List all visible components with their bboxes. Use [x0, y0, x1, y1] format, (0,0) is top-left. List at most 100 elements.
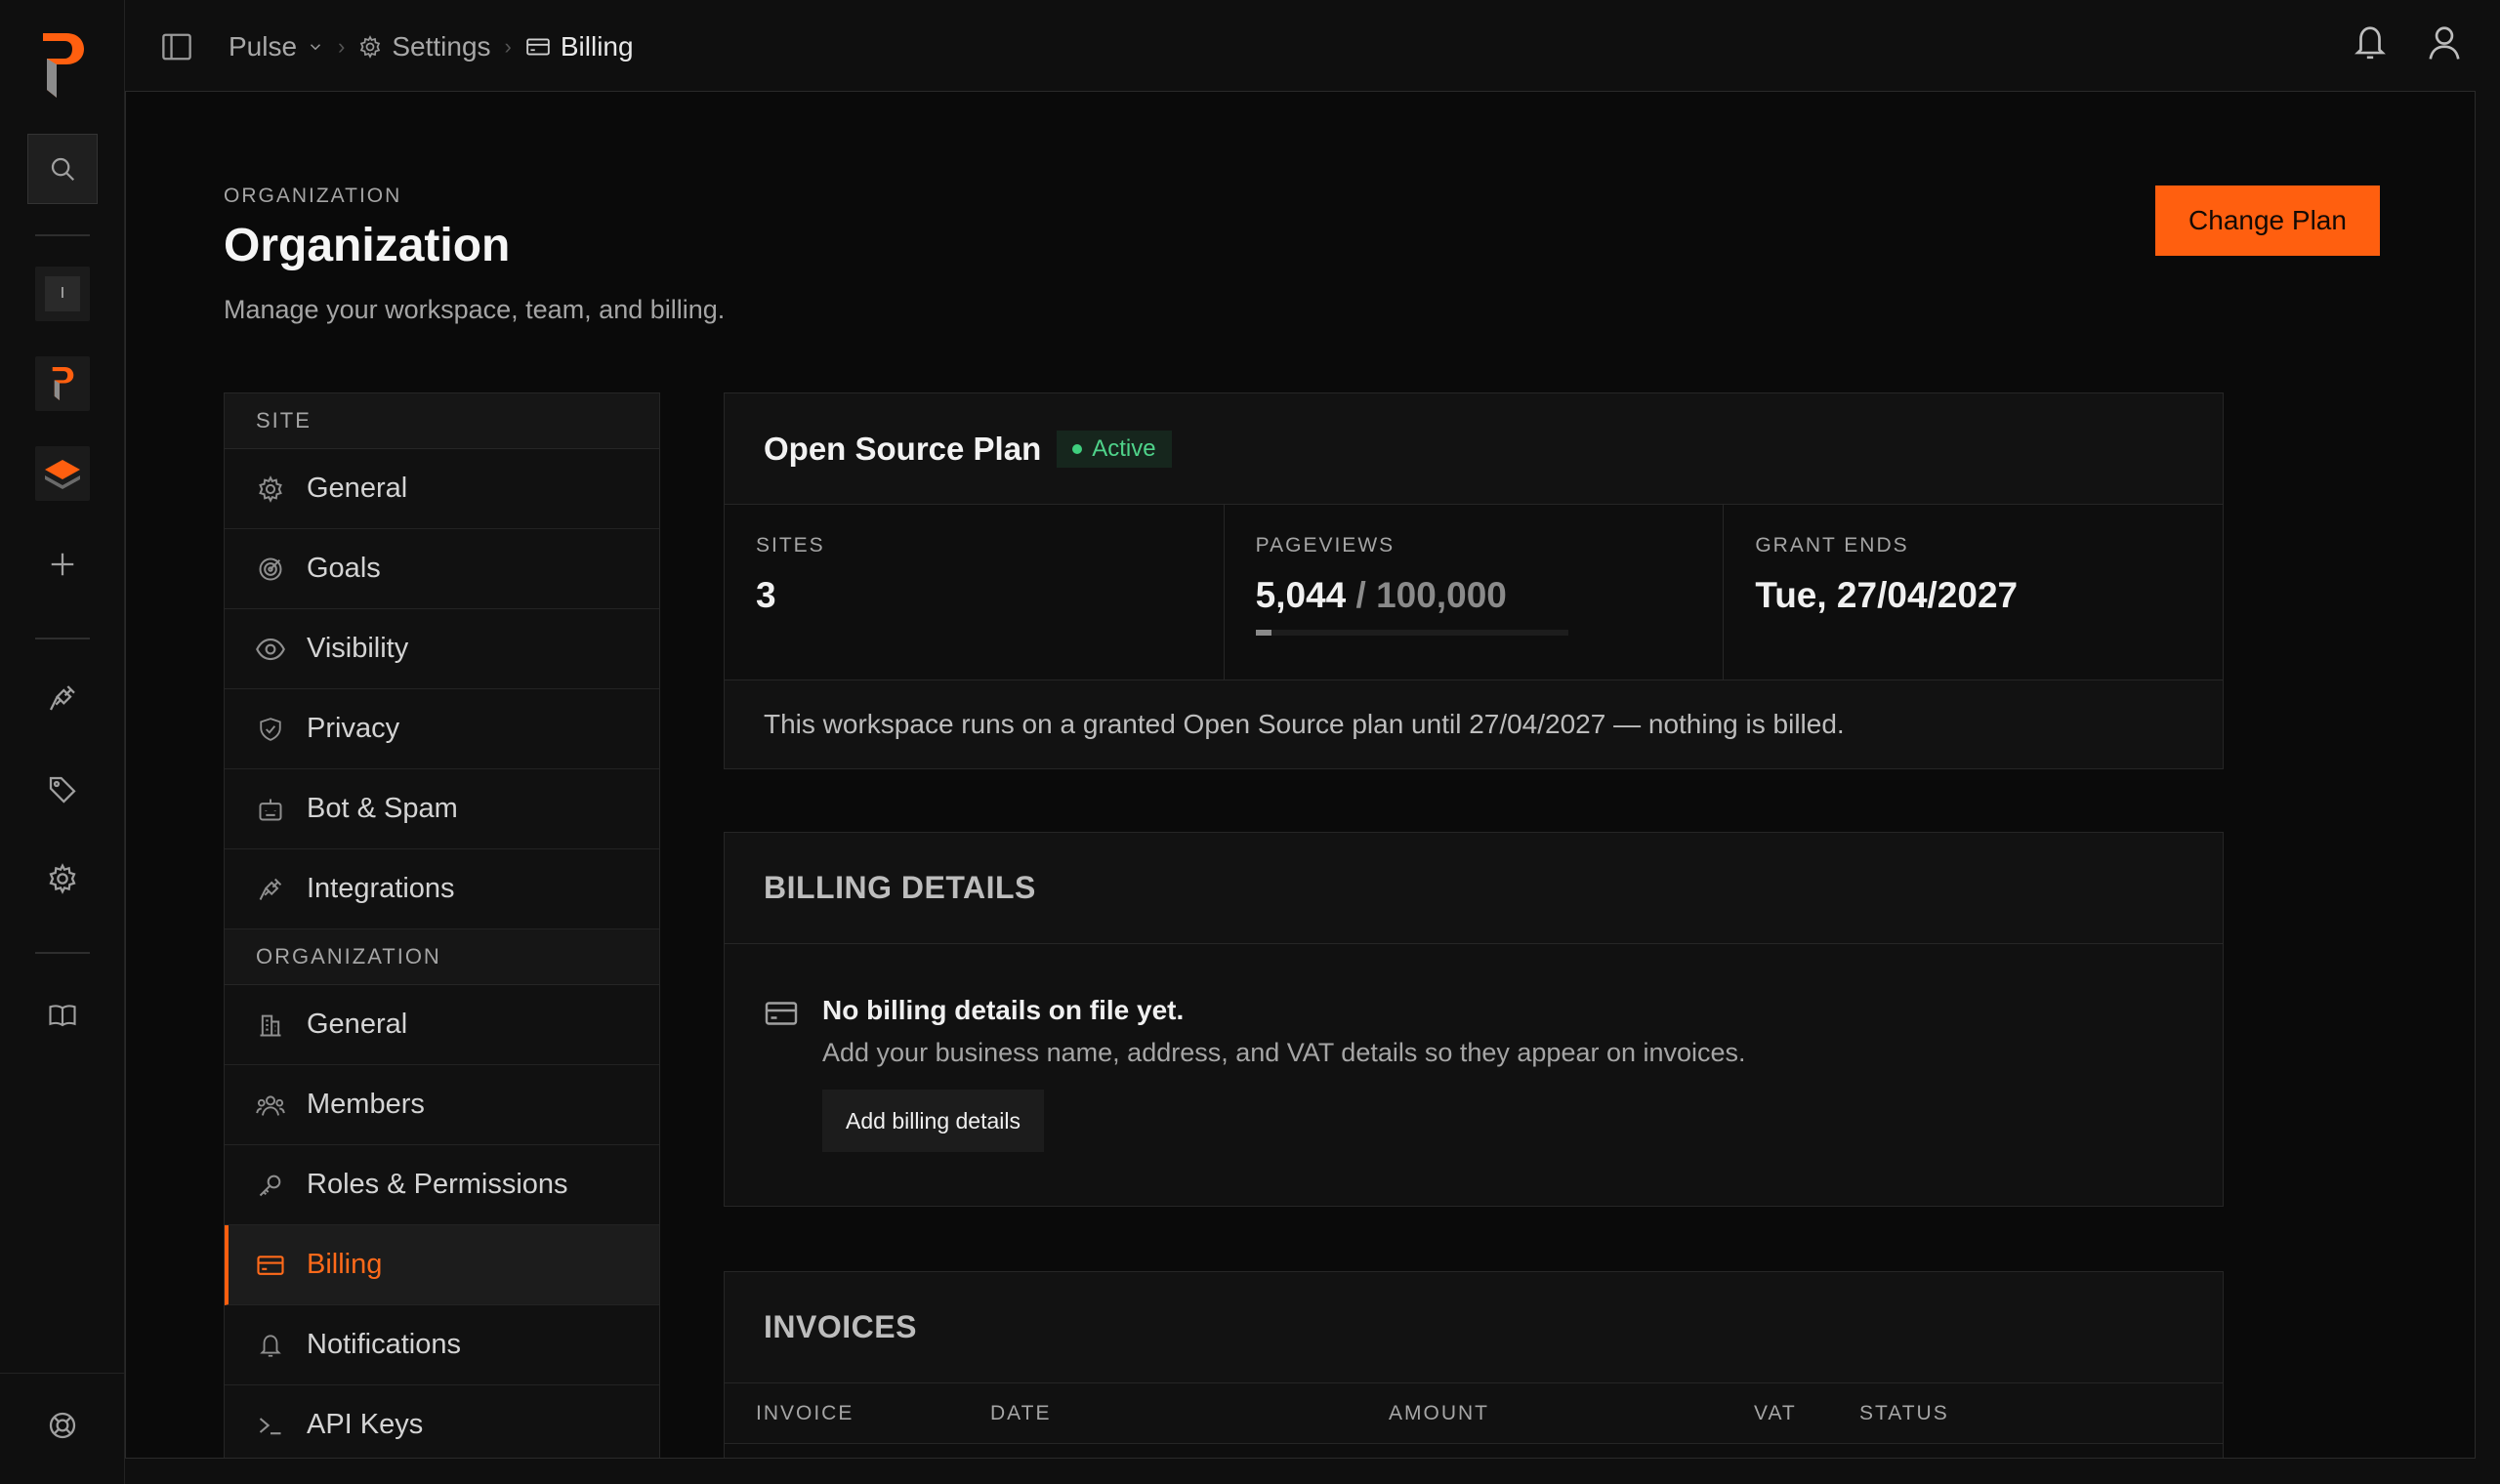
sidebar-toggle-icon — [162, 33, 191, 61]
settings-nav-billing[interactable]: Billing — [225, 1225, 659, 1305]
plan-card: Open Source Plan Active SITES 3 PAGEVIEW… — [724, 392, 2224, 769]
settings-nav-site-heading: SITE — [225, 393, 659, 449]
plug-icon — [259, 878, 282, 900]
breadcrumb-settings-label: Settings — [392, 31, 491, 62]
search-icon — [51, 157, 75, 182]
settings-nav-label: Notifications — [307, 1329, 461, 1360]
top-bar: Pulse › Settings › Billing — [125, 0, 2500, 92]
invoices-card: INVOICES INVOICE DATE AMOUNT VAT STATUS — [724, 1271, 2224, 1458]
settings-nav-visibility[interactable]: Visibility — [225, 609, 659, 689]
rail-tags[interactable] — [26, 754, 99, 826]
settings-nav-label: Members — [307, 1089, 425, 1120]
rail-integrations[interactable] — [26, 662, 99, 734]
settings-nav-integrations[interactable]: Integrations — [225, 849, 659, 929]
plan-name: Open Source Plan — [764, 430, 1042, 467]
app-rail: I — [0, 0, 125, 1484]
rail-docs[interactable] — [26, 979, 99, 1051]
add-site-button[interactable] — [26, 528, 99, 600]
section-title: INVOICES — [764, 1309, 917, 1344]
plan-card-header: Open Source Plan Active — [725, 393, 2223, 505]
target-icon — [259, 557, 282, 580]
user-icon — [2429, 26, 2460, 60]
workspace-name: Pulse — [229, 31, 298, 62]
site-switch-pulse[interactable] — [35, 356, 90, 411]
plan-stats: SITES 3 PAGEVIEWS 5,044 / 100,000 GRANT … — [725, 505, 2223, 680]
sidebar-toggle-button[interactable] — [160, 32, 193, 62]
column-header-amount[interactable]: AMOUNT — [1389, 1402, 1489, 1425]
empty-state-title: No billing details on file yet. — [822, 995, 1185, 1025]
eye-icon — [256, 638, 285, 660]
invoices-header: INVOICES — [725, 1272, 2223, 1383]
billing-details-empty: No billing details on file yet. Add your… — [725, 944, 2223, 1206]
tag-icon — [49, 776, 76, 804]
credit-card-icon — [257, 1255, 284, 1275]
column-header-status[interactable]: STATUS — [1859, 1402, 1949, 1425]
plan-note: This workspace runs on a granted Open So… — [725, 680, 2223, 768]
page-title: Organization — [224, 220, 511, 271]
settings-nav-goals[interactable]: Goals — [225, 529, 659, 609]
pageviews-progress-fill — [1255, 630, 1271, 636]
bell-icon — [260, 1334, 281, 1357]
breadcrumb-billing[interactable]: Billing — [525, 31, 634, 62]
stat-label: PAGEVIEWS — [1255, 534, 1396, 556]
rail-help[interactable] — [26, 1389, 99, 1462]
lifebuoy-icon — [49, 1412, 76, 1439]
pulse-logo-small-icon — [52, 367, 74, 400]
breadcrumb-settings[interactable]: Settings — [358, 31, 491, 62]
invoices-table-header: INVOICE DATE AMOUNT VAT STATUS — [725, 1383, 2223, 1444]
settings-nav-label: General — [307, 473, 408, 504]
search-button[interactable] — [27, 134, 98, 204]
stat-label: GRANT ENDS — [1755, 534, 1909, 556]
settings-nav: SITE General Goals Visibility Privacy Bo… — [224, 392, 660, 1458]
stat-value: 3 — [756, 575, 776, 615]
change-plan-button[interactable]: Change Plan — [2155, 186, 2380, 256]
rail-divider — [0, 1373, 125, 1374]
add-billing-details-button[interactable]: Add billing details — [822, 1090, 1045, 1152]
settings-nav-label: Roles & Permissions — [307, 1169, 568, 1200]
section-title: BILLING DETAILS — [764, 870, 1036, 905]
site-switch-i[interactable]: I — [35, 267, 90, 321]
stat-value: 5,044 / 100,000 — [1256, 575, 1692, 616]
settings-nav-label: Visibility — [307, 633, 409, 664]
top-actions — [2352, 21, 2463, 62]
chevron-right-icon: › — [504, 34, 512, 59]
users-icon — [256, 1094, 285, 1116]
settings-nav-bot-spam[interactable]: Bot & Spam — [225, 769, 659, 849]
notifications-button[interactable] — [2352, 21, 2389, 62]
settings-nav-api-keys[interactable]: API Keys — [225, 1385, 659, 1458]
settings-nav-site-general[interactable]: General — [225, 449, 659, 529]
gear-icon — [49, 863, 76, 894]
pulse-logo[interactable] — [37, 29, 88, 102]
settings-nav-org-general[interactable]: General — [225, 985, 659, 1065]
breadcrumb-workspace[interactable]: Pulse — [229, 31, 324, 62]
rail-divider — [35, 638, 90, 639]
rail-divider — [35, 952, 90, 954]
status-badge: Active — [1057, 430, 1172, 468]
column-header-invoice[interactable]: INVOICE — [756, 1402, 854, 1425]
empty-state-desc: Add your business name, address, and VAT… — [822, 1038, 1746, 1067]
settings-nav-label: Bot & Spam — [307, 793, 458, 824]
settings-nav-notifications[interactable]: Notifications — [225, 1305, 659, 1385]
key-icon — [259, 1175, 281, 1196]
billing-details-header: BILLING DETAILS — [725, 833, 2223, 944]
stat-label: SITES — [756, 534, 825, 556]
settings-nav-members[interactable]: Members — [225, 1065, 659, 1145]
gear-icon — [259, 474, 282, 503]
bell-icon — [2354, 26, 2386, 60]
settings-nav-roles[interactable]: Roles & Permissions — [225, 1145, 659, 1225]
billing-details-card: BILLING DETAILS No billing details on fi… — [724, 832, 2224, 1207]
credit-card-icon — [765, 1002, 798, 1025]
settings-nav-label: General — [307, 1009, 408, 1040]
chevron-down-icon — [311, 44, 321, 51]
breadcrumb-billing-label: Billing — [560, 31, 634, 62]
settings-nav-label: Integrations — [307, 873, 455, 904]
pageviews-limit: / 100,000 — [1355, 575, 1507, 615]
rail-settings[interactable] — [26, 843, 99, 915]
settings-nav-privacy[interactable]: Privacy — [225, 689, 659, 769]
pageviews-progress — [1255, 630, 1568, 636]
account-button[interactable] — [2426, 21, 2463, 62]
column-header-vat[interactable]: VAT — [1754, 1402, 1797, 1425]
column-header-date[interactable]: DATE — [990, 1402, 1051, 1425]
plug-icon — [49, 685, 75, 711]
site-switch-layers[interactable] — [35, 446, 90, 501]
